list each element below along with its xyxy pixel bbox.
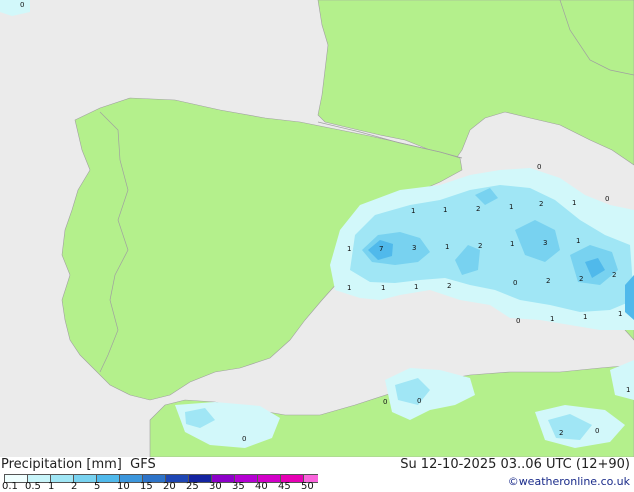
rain-label: 3: [543, 239, 547, 247]
colorbar-tick: 40: [255, 481, 268, 492]
rain-label: 0: [20, 1, 24, 9]
rain-label: 1: [414, 283, 418, 291]
rain-label: 1: [509, 203, 513, 211]
colorbar-tick: 30: [209, 481, 222, 492]
colorbar-tick: 35: [232, 481, 245, 492]
rain-label: 2: [447, 282, 451, 290]
rain-label: 0: [537, 163, 541, 171]
rain-label: 1: [510, 240, 514, 248]
rain-label: 1: [347, 284, 351, 292]
product-title: Precipitation [mm] GFS: [1, 457, 156, 472]
model-label: GFS: [130, 457, 156, 472]
rain-label: 1: [381, 284, 385, 292]
rain-label: 1: [572, 199, 576, 207]
rain-label: 7: [379, 245, 383, 253]
colorbar-tick: 45: [278, 481, 291, 492]
credit-link[interactable]: ©weatheronline.co.uk: [508, 475, 630, 488]
colorbar-tick: 2: [71, 481, 78, 492]
colorbar-tick: 50: [301, 481, 314, 492]
rain-label: 1: [583, 313, 587, 321]
rain-label: 0: [516, 317, 520, 325]
colorbar-tick: 10: [117, 481, 130, 492]
colorbar-tick: 1: [48, 481, 55, 492]
rain-label: 0: [513, 279, 517, 287]
rain-label: 2: [612, 271, 616, 279]
rain-label: 1: [618, 310, 622, 318]
colorbar-tick: 0.5: [25, 481, 41, 492]
rain-label: 2: [476, 205, 480, 213]
rain-label: 3: [412, 244, 416, 252]
rain-label: 0: [605, 195, 609, 203]
rain-label: 2: [539, 200, 543, 208]
rain-label: 0: [417, 397, 421, 405]
rain-label: 1: [411, 207, 415, 215]
colorbar-tick: 20: [163, 481, 176, 492]
colorbar-tick: 0.1: [2, 481, 18, 492]
colorbar-tick: 25: [186, 481, 199, 492]
product-label: Precipitation [mm]: [1, 457, 122, 472]
rain-label: 2: [579, 275, 583, 283]
rain-label: 2: [559, 429, 563, 437]
rain-label: 1: [576, 237, 580, 245]
rain-label: 1: [626, 386, 630, 394]
rain-label: 1: [445, 243, 449, 251]
rain-label: 1: [347, 245, 351, 253]
rain-label: 1: [443, 206, 447, 214]
rain-label: 0: [242, 435, 246, 443]
rain-label: 0: [383, 398, 387, 406]
precipitation-map: 0 0 1 1 2 1 2 1 0 1 7 3 1 2 1 3 1 0 1 1 …: [0, 0, 634, 457]
rain-label: 2: [478, 242, 482, 250]
footer: Precipitation [mm] GFS Su 12-10-2025 03.…: [0, 457, 634, 492]
colorbar-tick: 5: [94, 481, 101, 492]
rain-label: 2: [546, 277, 550, 285]
rain-label: 0: [595, 427, 599, 435]
colorbar-tick: 15: [140, 481, 153, 492]
valid-time: Su 12-10-2025 03..06 UTC (12+90): [400, 457, 630, 472]
rain-label: 1: [550, 315, 554, 323]
